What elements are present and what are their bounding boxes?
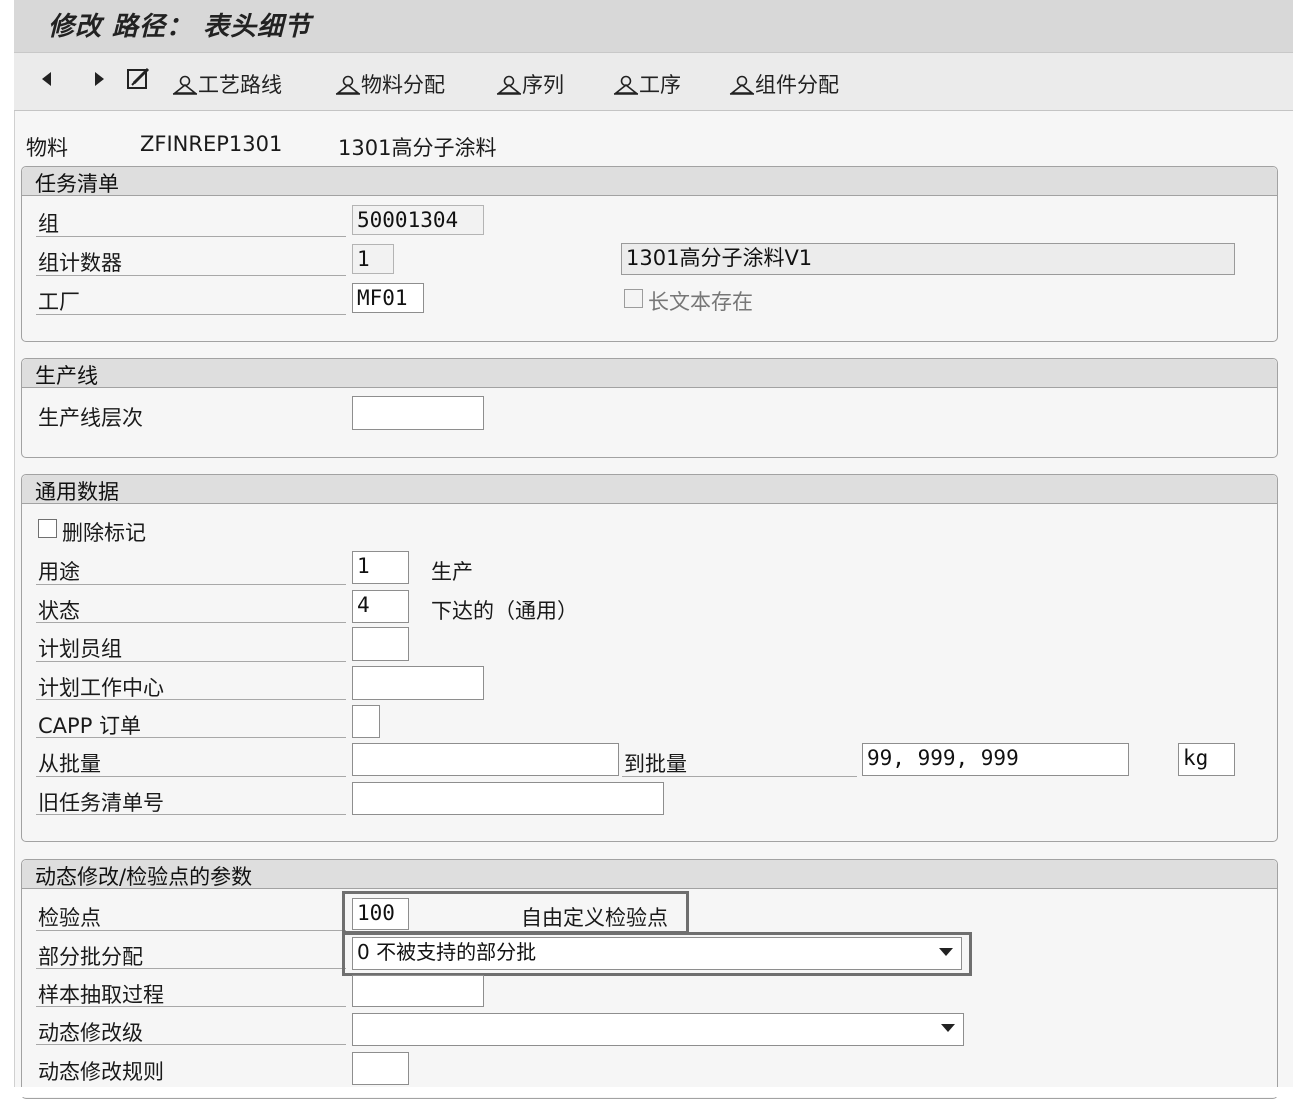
long-text-checkbox [624, 289, 643, 308]
partial-lot-dropdown[interactable]: 0 不被支持的部分批 [352, 937, 962, 970]
old-task-list-field[interactable] [352, 782, 664, 815]
to-lot-label: 到批量 [624, 752, 687, 776]
modification-level-dropdown[interactable] [352, 1013, 964, 1046]
divider [36, 968, 346, 969]
capp-order-label: CAPP 订单 [38, 714, 142, 738]
material-code: ZFINREP1301 [140, 132, 283, 156]
usage-text: 生产 [431, 560, 473, 584]
old-task-list-label: 旧任务清单号 [38, 791, 164, 815]
person-icon [613, 75, 639, 95]
bottom-margin [0, 1087, 1293, 1097]
plant-label: 工厂 [38, 290, 80, 314]
divider [622, 776, 857, 777]
material-label: 物料 [26, 136, 68, 160]
status-label: 状态 [38, 599, 80, 623]
line-hierarchy-label: 生产线层次 [38, 406, 143, 430]
plant-field[interactable]: MF01 [352, 283, 424, 313]
inspection-point-label: 检验点 [38, 906, 101, 930]
divider [36, 699, 346, 700]
person-icon [496, 75, 522, 95]
work-center-label: 计划工作中心 [38, 676, 164, 700]
divider [36, 1044, 346, 1045]
line-hierarchy-field[interactable] [352, 396, 484, 430]
person-icon [729, 75, 755, 95]
group-counter-label: 组计数器 [38, 251, 122, 275]
usage-field[interactable]: 1 [352, 551, 409, 584]
from-lot-label: 从批量 [38, 752, 101, 776]
divider [36, 737, 346, 738]
planner-group-label: 计划员组 [38, 637, 122, 661]
divider [36, 236, 346, 237]
modification-rule-label: 动态修改规则 [38, 1060, 164, 1084]
group-header: 生产线 [22, 359, 1277, 388]
material-assignment-button[interactable]: 物料分配 [335, 69, 445, 99]
chevron-down-icon[interactable] [941, 1024, 955, 1032]
divider [36, 814, 346, 815]
long-text-label: 长文本存在 [648, 290, 753, 314]
person-icon [172, 75, 198, 95]
routing-button[interactable]: 工艺路线 [172, 69, 282, 99]
divider [36, 314, 346, 315]
previous-icon[interactable] [40, 69, 54, 89]
component-assignment-button[interactable]: 组件分配 [729, 69, 839, 99]
title-bar: 修改 路径： 表头细节 [14, 0, 1293, 53]
material-name: 1301高分子涂料 [338, 136, 497, 160]
inspection-point-text: 自由定义检验点 [521, 906, 668, 930]
page-title: 修改 路径： 表头细节 [48, 12, 312, 42]
production-line-group: 生产线 [21, 358, 1278, 458]
modification-rule-field[interactable] [352, 1052, 409, 1085]
group-field[interactable]: 50001304 [352, 205, 484, 235]
from-lot-field[interactable] [352, 743, 619, 776]
group-label: 组 [38, 212, 59, 236]
divider [36, 622, 346, 623]
chevron-down-icon[interactable] [939, 948, 953, 956]
sequence-button[interactable]: 序列 [496, 69, 564, 99]
task-list-description-field[interactable]: 1301高分子涂料V1 [621, 243, 1235, 275]
group-header: 通用数据 [22, 475, 1277, 504]
person-icon [335, 75, 361, 95]
group-header: 动态修改/检验点的参数 [22, 860, 1277, 889]
sampling-procedure-label: 样本抽取过程 [38, 983, 164, 1007]
planner-group-field[interactable] [352, 627, 409, 661]
delete-flag-label: 删除标记 [62, 521, 146, 545]
usage-label: 用途 [38, 560, 80, 584]
divider [36, 275, 346, 276]
delete-flag-checkbox[interactable] [38, 519, 57, 538]
divider [36, 930, 346, 931]
divider [36, 584, 346, 585]
status-field[interactable]: 4 [352, 590, 409, 623]
divider [36, 661, 346, 662]
toolbar: 工艺路线 物料分配 序列 工序 组件分配 [14, 53, 1293, 111]
group-counter-field[interactable]: 1 [352, 244, 394, 274]
divider [36, 776, 346, 777]
status-text: 下达的（通用） [431, 599, 578, 623]
sampling-procedure-field[interactable] [352, 975, 484, 1007]
capp-order-field[interactable] [352, 705, 380, 738]
operation-button[interactable]: 工序 [613, 69, 681, 99]
group-header: 任务清单 [22, 167, 1277, 196]
work-center-field[interactable] [352, 666, 484, 700]
next-icon[interactable] [92, 69, 106, 89]
unit-field[interactable]: kg [1178, 743, 1235, 776]
edit-icon[interactable] [125, 66, 153, 92]
to-lot-field[interactable]: 99, 999, 999 [862, 743, 1129, 776]
inspection-point-field[interactable]: 100 [352, 898, 409, 930]
divider [36, 1006, 346, 1007]
modification-level-label: 动态修改级 [38, 1021, 143, 1045]
partial-lot-label: 部分批分配 [38, 945, 143, 969]
